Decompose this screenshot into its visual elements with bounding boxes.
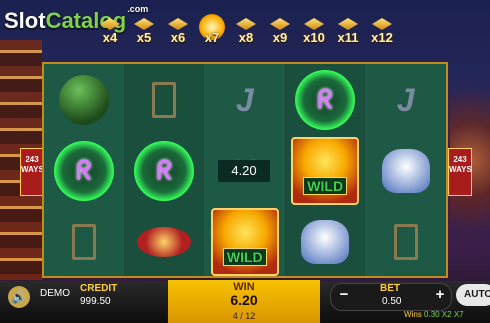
reel-cell xyxy=(366,135,446,207)
wild-symbol: WILD xyxy=(210,208,279,276)
bet-increase-button[interactable]: + xyxy=(432,286,448,303)
reel-2: ᖇ xyxy=(124,64,205,278)
credit-value: 999.50 xyxy=(80,296,111,307)
scatter-symbol: ᖇ xyxy=(54,141,114,201)
teapot-icon xyxy=(301,220,350,264)
reel-cell xyxy=(366,206,446,278)
multiplier-x9: x9 xyxy=(266,18,294,45)
reel-4: ᖇ WILD xyxy=(285,64,366,278)
reel-cell xyxy=(124,64,204,136)
reel-cell: ᖇ xyxy=(124,135,204,207)
multiplier-x11: x11 xyxy=(334,18,362,45)
reel-cell: J xyxy=(366,64,446,136)
win-value: 6.20 xyxy=(230,292,258,308)
q-symbol-icon xyxy=(152,82,177,118)
reel-cell: WILD xyxy=(205,206,285,278)
scatter-symbol: ᖇ xyxy=(295,70,356,130)
win-payout-label: 4.20 xyxy=(218,160,270,182)
reel-cell xyxy=(44,206,124,278)
q-symbol-icon xyxy=(72,224,96,260)
multiplier-x5: x5 xyxy=(130,18,158,45)
sound-toggle-button[interactable]: 🔊 xyxy=(8,286,30,308)
credit-label: CREDIT xyxy=(80,283,118,294)
wins-summary: Wins 0.30 X2 X7 xyxy=(404,310,464,319)
reel-cell: ᖇ xyxy=(44,135,124,207)
q-symbol-icon xyxy=(393,224,418,260)
j-symbol-icon: J xyxy=(235,81,254,118)
ways-badge-left: 243 WAYS xyxy=(20,148,44,196)
reel-5: J xyxy=(365,64,446,278)
reel-cell xyxy=(124,206,204,278)
scatter-symbol: ᖇ xyxy=(134,141,195,201)
bet-decrease-button[interactable]: − xyxy=(336,286,352,303)
reel-cell: ᖇ xyxy=(285,64,365,136)
reel-cell: J xyxy=(205,64,285,136)
j-symbol-icon: J xyxy=(396,81,415,118)
multiplier-x4: x4 xyxy=(96,18,124,45)
multiplier-x6: x6 xyxy=(164,18,192,45)
teapot-icon xyxy=(381,149,430,193)
win-page-indicator: 4 / 12 xyxy=(232,311,256,321)
multiplier-trail: x4 x5 x6 x7 x8 x9 x10 x11 x12 xyxy=(96,14,396,45)
bet-value: 0.50 xyxy=(382,296,402,307)
multiplier-x7: x7 xyxy=(198,14,226,45)
coin-pouch-icon xyxy=(137,227,192,257)
multiplier-x12: x12 xyxy=(368,18,396,45)
demo-mode-label: DEMO xyxy=(40,288,70,299)
reel-cell xyxy=(44,64,124,136)
multiplier-x8: x8 xyxy=(232,18,260,45)
reel-cell: WILD xyxy=(285,135,365,207)
ways-badge-right: 243 WAYS xyxy=(448,148,472,196)
multiplier-x10: x10 xyxy=(300,18,328,45)
reel-cell xyxy=(285,206,365,278)
reel-1: ᖇ xyxy=(44,64,124,276)
bet-label: BET xyxy=(380,283,400,294)
wild-symbol: WILD xyxy=(291,137,360,205)
autoplay-button[interactable]: AUTO xyxy=(456,284,490,306)
frog-icon xyxy=(59,75,109,125)
